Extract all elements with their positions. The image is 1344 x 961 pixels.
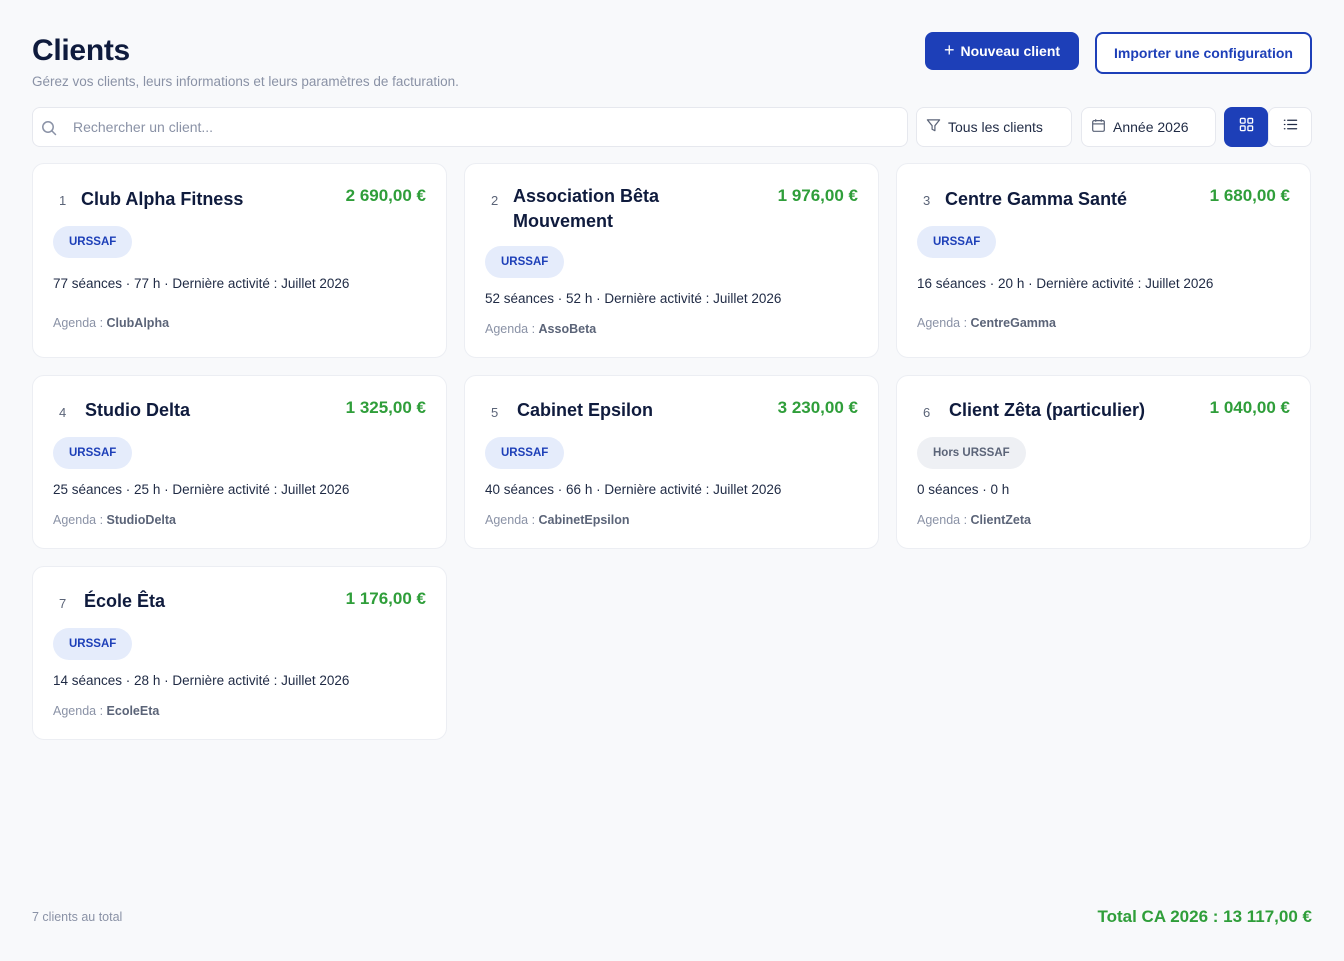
status-badge: URSSAF xyxy=(917,226,997,258)
client-amount: 1 176,00 € xyxy=(345,589,426,608)
status-badge: URSSAF xyxy=(485,437,565,469)
search-box[interactable] xyxy=(32,107,908,147)
year-filter-select[interactable]: Année 2026 xyxy=(1081,107,1216,147)
list-view-button[interactable] xyxy=(1268,107,1312,147)
client-agenda: Agenda : CentreGamma xyxy=(917,316,1056,330)
client-name: Client Zêta (particulier) xyxy=(949,400,1146,420)
client-stats: 16 séances · 20 h · Dernière activité : … xyxy=(917,276,1214,291)
search-input[interactable] xyxy=(73,108,893,146)
status-badge: Hors URSSAF xyxy=(917,437,1026,469)
client-card[interactable]: 7 École Êta 1 176,00 € URSSAF 14 séances… xyxy=(32,566,447,740)
client-card[interactable]: 5 Cabinet Epsilon 3 230,00 € URSSAF 40 s… xyxy=(464,375,879,549)
client-index: 2 xyxy=(491,193,499,208)
new-client-button[interactable]: + Nouveau client xyxy=(925,32,1079,70)
status-badge: URSSAF xyxy=(53,628,133,660)
client-name: Studio Delta xyxy=(85,400,191,420)
client-index: 7 xyxy=(59,596,67,611)
page-title: Clients xyxy=(32,34,130,67)
client-amount: 1 040,00 € xyxy=(1209,398,1290,417)
import-config-button[interactable]: Importer une configuration xyxy=(1095,32,1312,74)
client-index: 6 xyxy=(923,405,931,420)
status-badge: URSSAF xyxy=(53,437,133,469)
grid-view-icon xyxy=(1239,117,1254,137)
plus-icon: + xyxy=(943,40,955,60)
client-card[interactable]: 1 Club Alpha Fitness 2 690,00 € URSSAF 7… xyxy=(32,163,447,358)
client-agenda: Agenda : CabinetEpsilon xyxy=(485,513,630,527)
client-index: 5 xyxy=(491,405,499,420)
client-name: Club Alpha Fitness xyxy=(81,189,244,209)
status-badge: URSSAF xyxy=(53,226,133,258)
client-amount: 3 230,00 € xyxy=(777,398,858,417)
client-index: 1 xyxy=(59,193,67,208)
client-agenda: Agenda : StudioDelta xyxy=(53,513,176,527)
page-subtitle: Gérez vos clients, leurs informations et… xyxy=(32,74,459,89)
client-agenda: Agenda : ClientZeta xyxy=(917,513,1031,527)
list-view-icon xyxy=(1283,117,1298,137)
revenue-total: Total CA 2026 : 13 117,00 € xyxy=(1097,907,1312,926)
client-index: 4 xyxy=(59,405,67,420)
client-stats: 14 séances · 28 h · Dernière activité : … xyxy=(53,673,350,688)
client-stats: 77 séances · 77 h · Dernière activité : … xyxy=(53,276,350,291)
calendar-icon xyxy=(1091,118,1106,136)
client-amount: 2 690,00 € xyxy=(345,186,426,205)
client-stats: 40 séances · 66 h · Dernière activité : … xyxy=(485,482,782,497)
client-amount: 1 325,00 € xyxy=(345,398,426,417)
client-name: Centre Gamma Santé xyxy=(945,189,1128,209)
client-count: 7 clients au total xyxy=(32,910,123,924)
client-name: École Êta xyxy=(84,591,166,611)
year-filter-label: Année 2026 xyxy=(1113,119,1189,135)
client-stats: 0 séances · 0 h xyxy=(917,482,1010,497)
client-stats: 52 séances · 52 h · Dernière activité : … xyxy=(485,291,782,306)
client-filter-label: Tous les clients xyxy=(948,119,1043,135)
status-badge: URSSAF xyxy=(485,246,565,278)
client-card[interactable]: 6 Client Zêta (particulier) 1 040,00 € H… xyxy=(896,375,1311,549)
client-amount: 1 976,00 € xyxy=(777,186,858,205)
client-agenda: Agenda : ClubAlpha xyxy=(53,316,170,330)
client-amount: 1 680,00 € xyxy=(1209,186,1290,205)
client-card[interactable]: 4 Studio Delta 1 325,00 € URSSAF 25 séan… xyxy=(32,375,447,549)
client-stats: 25 séances · 25 h · Dernière activité : … xyxy=(53,482,350,497)
client-agenda: Agenda : EcoleEta xyxy=(53,704,160,718)
client-card[interactable]: 2 Association Bêta Mouvement 1 976,00 € … xyxy=(464,163,879,358)
grid-view-button[interactable] xyxy=(1224,107,1268,147)
client-filter-select[interactable]: Tous les clients xyxy=(916,107,1072,147)
client-card[interactable]: 3 Centre Gamma Santé 1 680,00 € URSSAF 1… xyxy=(896,163,1311,358)
new-client-label: Nouveau client xyxy=(960,43,1061,59)
client-index: 3 xyxy=(923,193,931,208)
client-name: Association Bêta Mouvement xyxy=(513,186,660,231)
client-name: Cabinet Epsilon xyxy=(517,400,654,420)
page-header: Clients Gérez vos clients, leurs informa… xyxy=(32,34,459,89)
search-icon xyxy=(41,120,57,141)
client-agenda: Agenda : AssoBeta xyxy=(485,322,597,336)
filter-icon xyxy=(926,118,941,136)
toolbar: Tous les clients Année 2026 xyxy=(32,107,1312,147)
